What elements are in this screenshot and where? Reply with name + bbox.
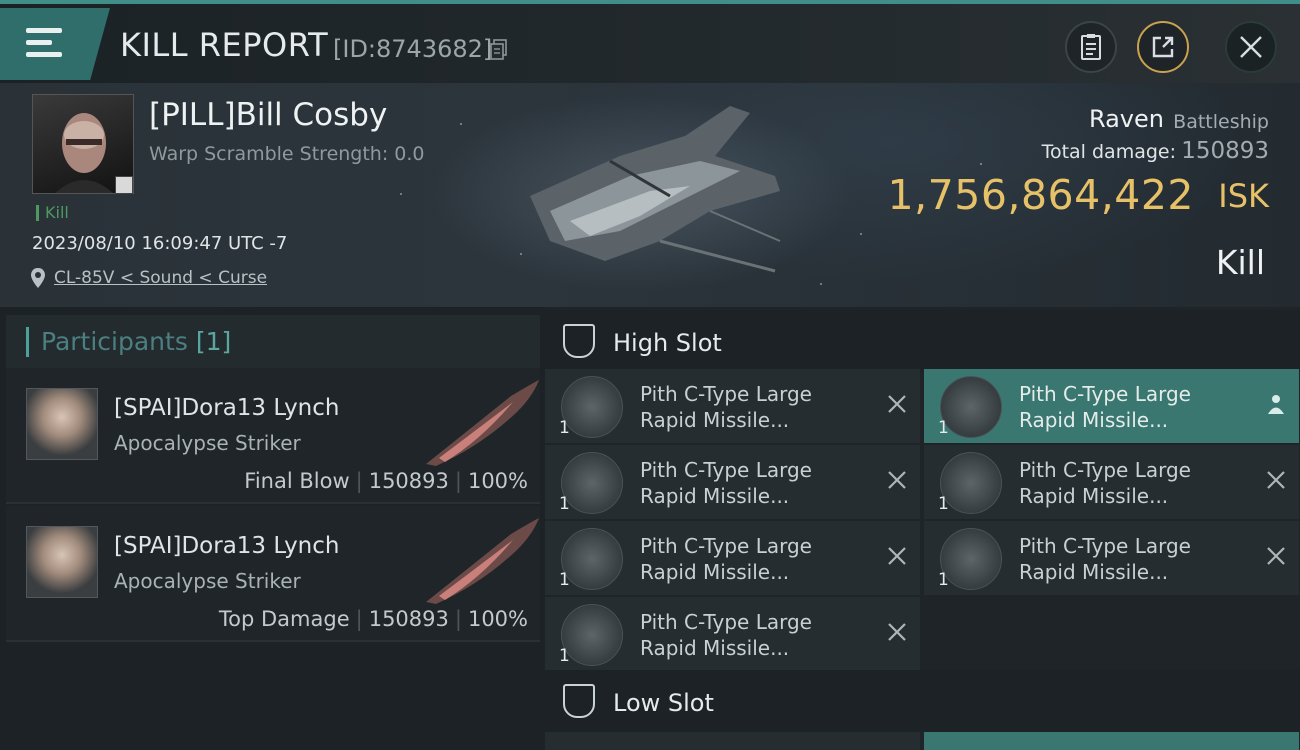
participant-damage: 150893 xyxy=(368,469,449,493)
participants-header: Participants [1] xyxy=(6,315,540,372)
participant-ship-render xyxy=(426,380,539,466)
victim-name[interactable]: [PILL]Bill Cosby xyxy=(149,97,387,133)
missile-launcher-icon xyxy=(561,376,623,438)
top-bar: KILL REPORT [ID:8743682] xyxy=(0,0,1300,83)
item-name: Pith C-Type Large Rapid Missile... xyxy=(1019,382,1191,432)
portrait-menu-icon[interactable] xyxy=(115,176,133,194)
slot-item-partial[interactable] xyxy=(545,732,920,750)
menu-button[interactable] xyxy=(0,8,110,80)
participant-name[interactable]: [SPAI]Dora13 Lynch xyxy=(114,395,340,421)
high-slot-title: High Slot xyxy=(613,329,722,357)
destroyed-icon xyxy=(1267,471,1285,489)
isk-unit: ISK xyxy=(1218,177,1269,215)
participant-role: Top Damage xyxy=(218,607,350,631)
menu-icon xyxy=(26,28,62,58)
item-name: Pith C-Type Large Rapid Missile... xyxy=(640,382,812,432)
location-pin-icon xyxy=(31,268,45,288)
participant-percent: 100% xyxy=(467,469,528,493)
participants-count: [1] xyxy=(195,327,232,356)
page-title: KILL REPORT xyxy=(120,26,329,64)
participant-ship: Apocalypse Striker xyxy=(114,569,301,593)
item-name: Pith C-Type Large Rapid Missile... xyxy=(640,610,812,660)
high-slot-header: High Slot xyxy=(545,310,1300,372)
participant-ship: Apocalypse Striker xyxy=(114,431,301,455)
item-quantity: 1 xyxy=(559,494,570,514)
destroyed-icon xyxy=(888,395,906,413)
item-name: Pith C-Type Large Rapid Missile... xyxy=(640,534,812,584)
fitting-panel: High Slot 1 Pith C-Type Large Rapid Missi… xyxy=(545,307,1300,750)
participant-row[interactable]: [SPAI]Dora13 Lynch Apocalypse Striker To… xyxy=(6,506,540,642)
warp-scramble-strength: Warp Scramble Strength: 0.0 xyxy=(149,143,425,165)
participant-portrait[interactable] xyxy=(26,388,98,460)
destroyed-icon xyxy=(1267,547,1285,565)
result-label: Kill xyxy=(1215,243,1265,282)
share-button[interactable] xyxy=(1137,21,1189,73)
missile-launcher-icon xyxy=(940,452,1002,514)
slot-item[interactable]: 1 Pith C-Type Large Rapid Missile... xyxy=(924,521,1299,595)
item-name: Pith C-Type Large Rapid Missile... xyxy=(1019,458,1191,508)
kill-id: [ID:8743682] xyxy=(333,35,493,63)
participant-stats: Top Damage | 150893 | 100% xyxy=(218,607,528,631)
close-icon xyxy=(1240,36,1262,58)
participant-ship-render xyxy=(426,518,539,604)
participant-stats: Final Blow | 150893 | 100% xyxy=(244,469,528,493)
missile-launcher-icon xyxy=(940,376,1002,438)
kill-tag: Kill xyxy=(36,205,69,221)
missile-launcher-icon xyxy=(561,528,623,590)
participant-percent: 100% xyxy=(467,607,528,631)
destroyed-icon xyxy=(888,547,906,565)
missile-launcher-icon xyxy=(561,604,623,666)
item-quantity: 1 xyxy=(559,646,570,666)
item-quantity: 1 xyxy=(938,418,949,438)
slot-item[interactable]: 1 Pith C-Type Large Rapid Missile... xyxy=(545,597,920,671)
item-quantity: 1 xyxy=(938,494,949,514)
item-name: Pith C-Type Large Rapid Missile... xyxy=(1019,534,1191,584)
participant-damage: 150893 xyxy=(368,607,449,631)
slot-item-partial[interactable] xyxy=(924,732,1299,750)
share-icon xyxy=(1152,36,1174,58)
participant-portrait[interactable] xyxy=(26,526,98,598)
destroyed-icon xyxy=(888,623,906,641)
slot-item[interactable]: 1 Pith C-Type Large Rapid Missile... xyxy=(545,445,920,519)
item-quantity: 1 xyxy=(938,570,949,590)
ship-class: Battleship xyxy=(1173,111,1269,133)
item-quantity: 1 xyxy=(559,418,570,438)
kill-location-link[interactable]: CL-85V < Sound < Curse xyxy=(54,268,267,288)
ship-render xyxy=(530,106,781,273)
clipboard-icon xyxy=(1081,34,1101,60)
kill-summary-banner: [PILL]Bill Cosby Warp Scramble Strength:… xyxy=(0,83,1300,307)
copy-icon[interactable] xyxy=(490,39,508,61)
high-slot-icon xyxy=(563,324,595,358)
clipboard-button[interactable] xyxy=(1065,21,1117,73)
missile-launcher-icon xyxy=(940,528,1002,590)
participants-panel: Participants [1] [SPAI]Dora13 Lynch Apoc… xyxy=(0,307,545,750)
destroyed-icon xyxy=(888,471,906,489)
low-slot-icon xyxy=(563,684,595,718)
participant-row[interactable]: [SPAI]Dora13 Lynch Apocalypse Striker Fi… xyxy=(6,368,540,504)
kill-timestamp: 2023/08/10 16:09:47 UTC -7 xyxy=(32,233,288,254)
slot-item[interactable]: 1 Pith C-Type Large Rapid Missile... xyxy=(545,521,920,595)
participant-role: Final Blow xyxy=(244,469,350,493)
low-slot-title: Low Slot xyxy=(613,689,714,717)
slot-item[interactable]: 1 Pith C-Type Large Rapid Missile... xyxy=(545,369,920,443)
total-damage-value: 150893 xyxy=(1181,138,1269,164)
participants-title: Participants [1] xyxy=(26,327,231,357)
slot-item[interactable]: 1 Pith C-Type Large Rapid Missile... xyxy=(924,445,1299,519)
item-quantity: 1 xyxy=(559,570,570,590)
close-button[interactable] xyxy=(1225,21,1277,73)
missile-launcher-icon xyxy=(561,452,623,514)
low-slot-header: Low Slot xyxy=(545,670,1300,732)
isk-value: 1,756,864,422 xyxy=(887,171,1194,219)
participant-name[interactable]: [SPAI]Dora13 Lynch xyxy=(114,533,340,559)
item-name: Pith C-Type Large Rapid Missile... xyxy=(640,458,812,508)
total-damage-label: Total damage: xyxy=(1041,141,1176,163)
slot-item[interactable]: 1 Pith C-Type Large Rapid Missile... xyxy=(924,369,1299,443)
ship-name[interactable]: Raven xyxy=(1089,105,1164,133)
person-icon xyxy=(1268,395,1284,414)
participants-title-text: Participants xyxy=(41,327,188,356)
